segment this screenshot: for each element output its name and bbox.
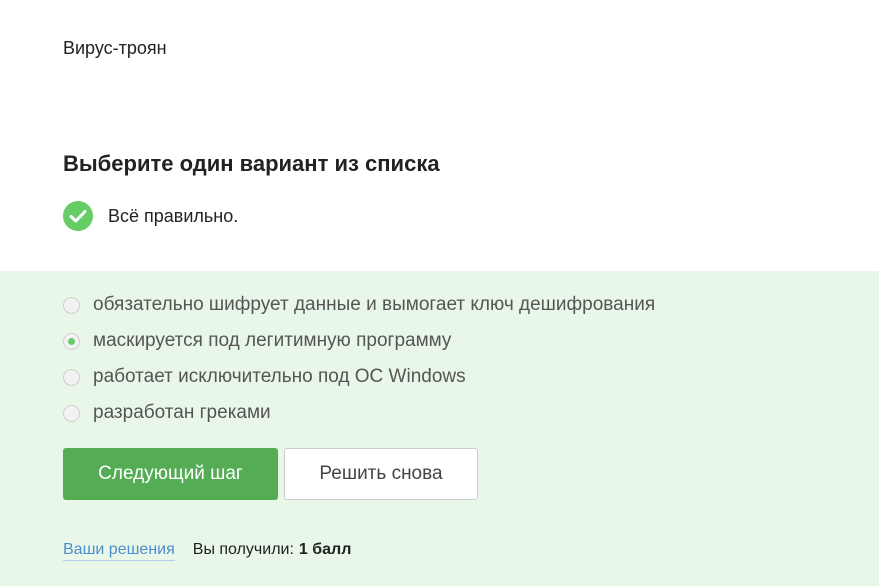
answer-option[interactable]: обязательно шифрует данные и вымогает кл… [63, 294, 655, 316]
answer-option[interactable]: работает исключительно под ОС Windows [63, 366, 466, 388]
radio-button[interactable] [63, 404, 80, 422]
answer-option[interactable]: разработан греками [63, 402, 271, 424]
result-text: Всё правильно. [108, 205, 239, 226]
next-step-button[interactable]: Следующий шаг [63, 448, 278, 500]
check-circle-icon [63, 201, 93, 231]
answer-option-label: маскируется под легитимную программу [93, 330, 452, 351]
quiz-heading: Выберите один вариант из списка [63, 151, 440, 176]
answer-option-label: обязательно шифрует данные и вымогает кл… [93, 294, 656, 315]
answer-option-label: работает исключительно под ОС Windows [93, 366, 466, 387]
your-solutions-link[interactable]: Ваши решения [63, 541, 175, 561]
score-label: Вы получили: [192, 541, 294, 558]
score-value: 1 балл [298, 541, 352, 558]
footer-row: Ваши решения Вы получили: 1 балл [63, 541, 351, 561]
answer-option-label: разработан греками [93, 402, 271, 423]
answer-option[interactable]: маскируется под легитимную программу [63, 330, 451, 352]
question-text: Вирус-троян [63, 38, 167, 58]
answer-panel [0, 271, 879, 586]
radio-button[interactable] [63, 368, 80, 386]
quiz-page: Вирус-троян Выберите один вариант из спи… [0, 0, 879, 586]
result-status: Всё правильно. [63, 201, 238, 231]
retry-button[interactable]: Решить снова [284, 448, 478, 500]
radio-button-selected[interactable] [63, 332, 80, 350]
radio-button[interactable] [63, 296, 80, 314]
